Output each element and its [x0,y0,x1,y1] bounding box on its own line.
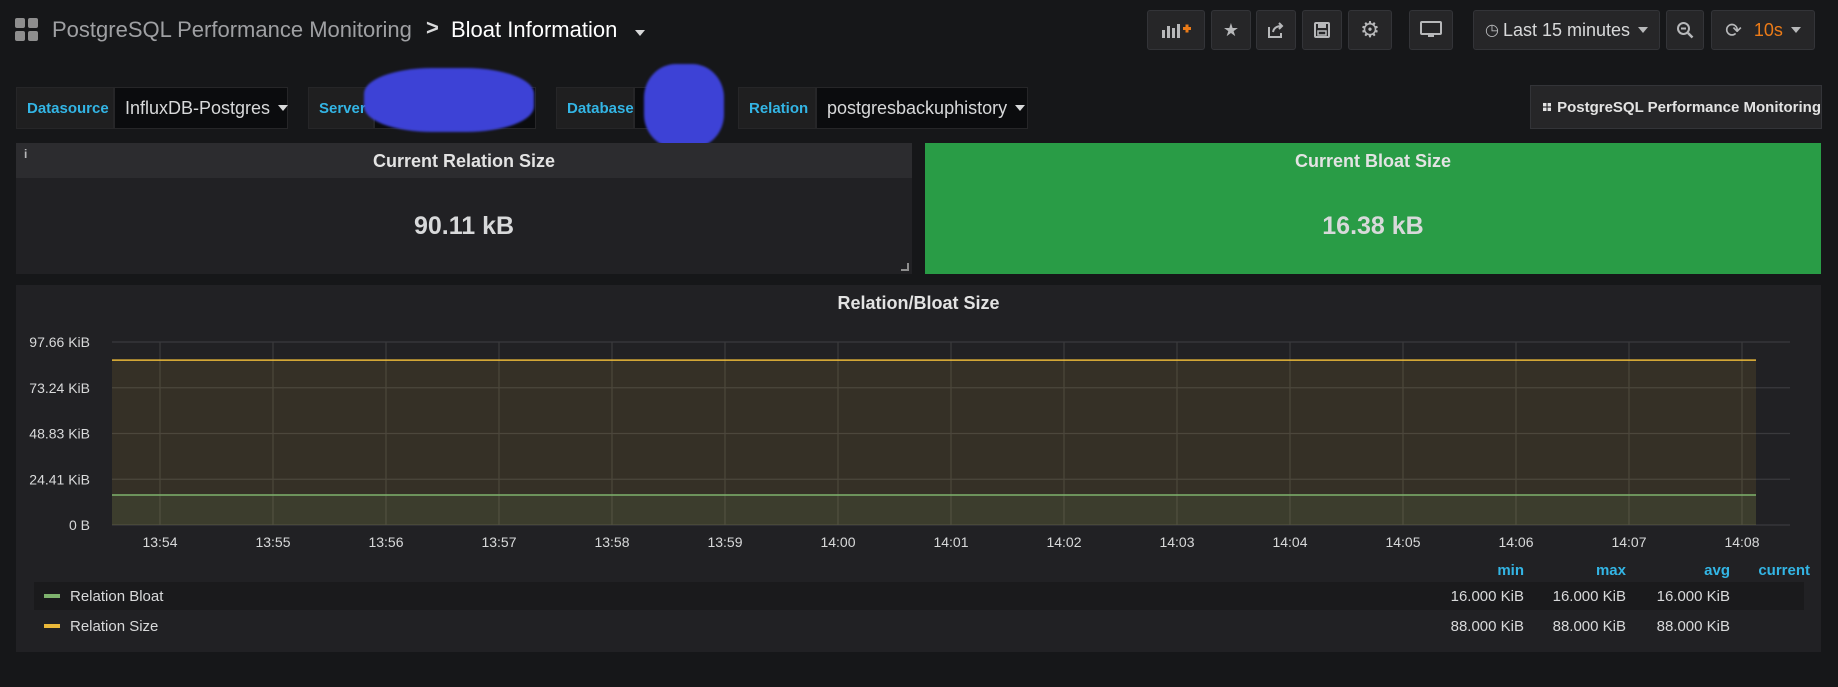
x-tick-label: 13:56 [368,534,403,550]
y-tick-label: 24.41 KiB [29,471,90,487]
series-swatch[interactable] [44,624,60,628]
series-area-relation-bloat [112,495,1756,525]
x-tick-label: 14:02 [1046,534,1081,550]
y-tick-label: 48.83 KiB [29,426,90,442]
series-swatch[interactable] [44,594,60,598]
x-tick-label: 14:04 [1272,534,1307,550]
y-tick-label: 97.66 KiB [29,334,90,350]
x-tick-label: 14:03 [1159,534,1194,550]
x-tick-label: 13:55 [255,534,290,550]
x-tick-label: 13:54 [142,534,177,550]
legend-series-name: Relation Bloat [70,587,164,605]
x-tick-label: 13:57 [481,534,516,550]
y-tick-label: 73.24 KiB [29,380,90,396]
legend-header-current[interactable]: current [1660,562,1810,579]
x-tick-label: 13:59 [707,534,742,550]
x-tick-label: 14:00 [820,534,855,550]
x-tick-label: 13:58 [594,534,629,550]
x-tick-label: 14:08 [1724,534,1759,550]
legend-series-name: Relation Size [70,617,159,635]
legend-avg: 88.000 KiB [1656,618,1730,635]
x-tick-label: 14:01 [933,534,968,550]
legend-item-relation-size[interactable]: Relation Size [44,612,158,640]
x-tick-label: 14:06 [1498,534,1533,550]
y-tick-label: 0 B [69,517,90,533]
x-tick-label: 14:07 [1611,534,1646,550]
legend-avg: 16.000 KiB [1656,588,1730,605]
x-tick-label: 14:05 [1385,534,1420,550]
legend-item-relation-bloat[interactable]: Relation Bloat [44,582,163,610]
